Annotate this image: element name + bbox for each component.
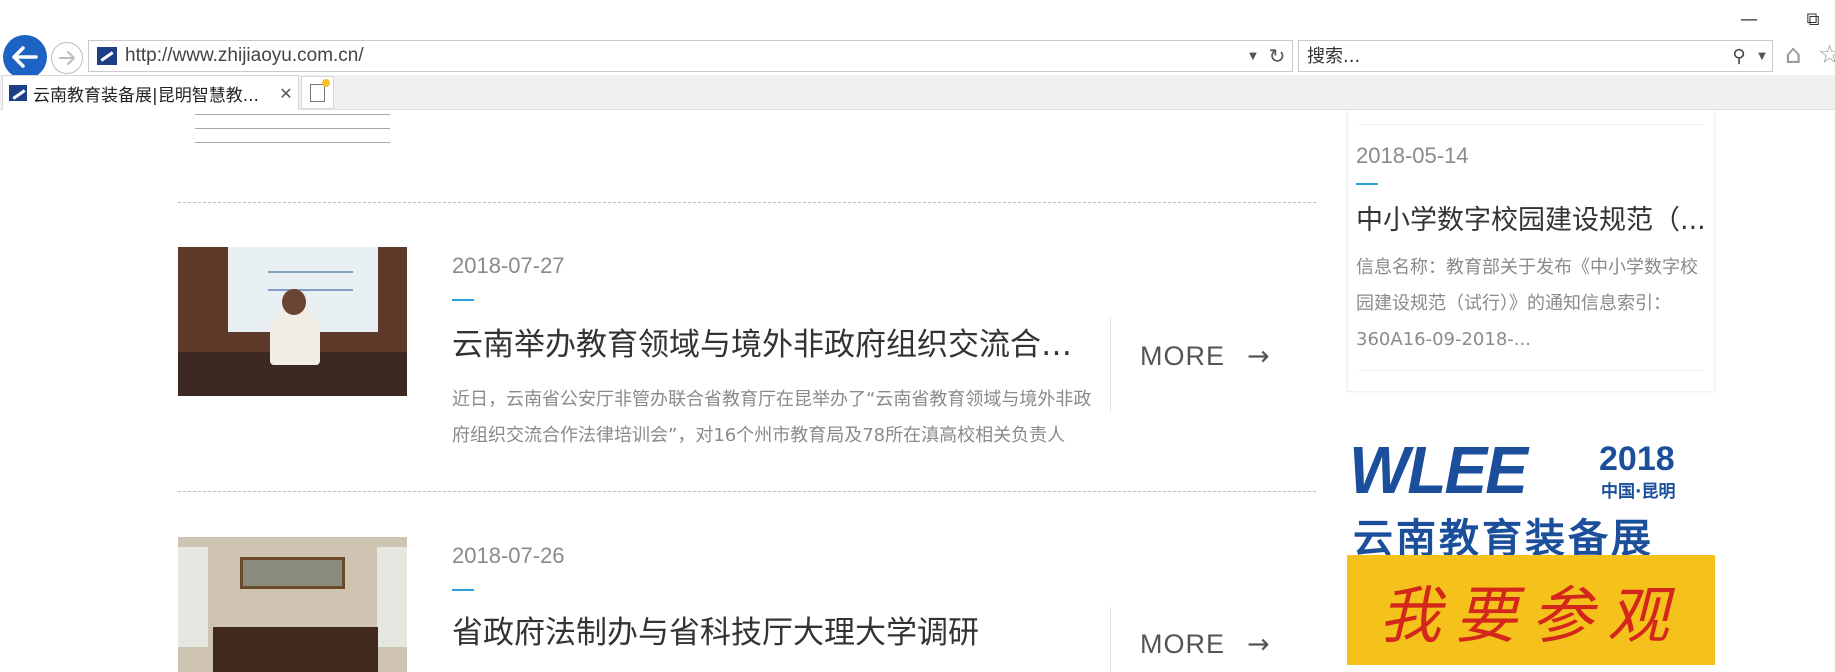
search-dropdown-icon[interactable]: ▼ bbox=[1752, 51, 1772, 62]
notice-summary: 信息名称：教育部关于发布《中小学数字校园建设规范（试行）》的通知信息索引：360… bbox=[1356, 257, 1698, 350]
news-divider bbox=[178, 202, 1316, 203]
news-item: 2018-07-26 省政府法制办与省科技厅大理大学调研 MORE → bbox=[178, 537, 1316, 672]
search-bar[interactable]: ⚲ ▼ bbox=[1298, 40, 1773, 72]
notice-title[interactable]: 中小学数字校园建设规范（... bbox=[1356, 198, 1708, 237]
thumb-screen-text bbox=[268, 271, 353, 291]
more-label: MORE bbox=[1140, 629, 1225, 659]
thumb-window bbox=[178, 547, 208, 647]
thumb-window bbox=[377, 547, 407, 647]
tab-strip: 云南教育装备展|昆明智慧教... ✕ bbox=[0, 75, 1835, 110]
more-label: MORE bbox=[1140, 341, 1225, 371]
expo-banner[interactable]: WLEE 2018 中国·昆明 云南教育装备展 我要参观 bbox=[1347, 430, 1715, 672]
back-button[interactable] bbox=[3, 35, 47, 79]
star-icon[interactable]: ☆ bbox=[1818, 40, 1835, 72]
news-title[interactable]: 省政府法制办与省科技厅大理大学调研 bbox=[452, 607, 1082, 652]
right-arrow-icon: → bbox=[1247, 629, 1271, 660]
news-item: 2018-07-27 云南举办教育领域与境外非政府组织交流合作... 近日，云南… bbox=[178, 247, 1316, 497]
close-icon[interactable]: ✕ bbox=[274, 84, 298, 103]
address-bar[interactable]: http://www.zhijiaoyu.com.cn/ ▼ ↻ bbox=[88, 40, 1293, 72]
visit-cta-button[interactable]: 我要参观 bbox=[1347, 555, 1715, 665]
magnifier-icon[interactable]: ⚲ bbox=[1726, 46, 1752, 67]
tab-title: 云南教育装备展|昆明智慧教... bbox=[33, 85, 259, 106]
right-arrow-icon: → bbox=[1247, 341, 1271, 372]
refresh-icon[interactable]: ↻ bbox=[1262, 44, 1292, 68]
home-icon[interactable]: ⌂ bbox=[1785, 40, 1813, 72]
forward-button[interactable] bbox=[51, 42, 83, 74]
more-link[interactable]: MORE → bbox=[1140, 629, 1271, 660]
site-favicon-icon bbox=[97, 47, 117, 65]
news-thumbnail-partial[interactable] bbox=[195, 110, 390, 154]
new-tab-icon bbox=[310, 78, 330, 102]
card-border-bottom bbox=[1358, 370, 1704, 371]
window-controls: — ⧉ bbox=[1737, 8, 1825, 32]
sidebar-notice-card[interactable]: 2018-05-14 中小学数字校园建设规范（... 信息名称：教育部关于发布《… bbox=[1347, 110, 1715, 392]
back-arrow-icon bbox=[12, 46, 38, 68]
news-date: 2018-07-27 bbox=[452, 253, 565, 278]
notice-date: 2018-05-14 bbox=[1356, 143, 1469, 168]
news-thumbnail[interactable] bbox=[178, 247, 407, 396]
news-thumbnail[interactable] bbox=[178, 537, 407, 672]
browser-chrome: — ⧉ http://www.zhijiaoyu.com.cn/ ▼ ↻ ⚲ ▼… bbox=[0, 0, 1835, 110]
new-tab-button[interactable] bbox=[301, 76, 334, 109]
page-viewport: 2018-07-27 云南举办教育领域与境外非政府组织交流合作... 近日，云南… bbox=[0, 110, 1835, 672]
news-divider bbox=[178, 491, 1316, 492]
tab-active[interactable]: 云南教育装备展|昆明智慧教... ✕ bbox=[2, 75, 299, 110]
news-accent-line bbox=[452, 589, 474, 591]
wlee-logo: WLEE bbox=[1349, 432, 1528, 508]
url-text[interactable]: http://www.zhijiaoyu.com.cn/ bbox=[125, 45, 1244, 67]
thumb-head bbox=[282, 289, 306, 315]
tab-favicon-icon bbox=[9, 85, 27, 101]
thumb-table bbox=[213, 627, 378, 672]
more-separator bbox=[1110, 607, 1111, 672]
minimize-icon[interactable]: — bbox=[1737, 8, 1761, 32]
news-title[interactable]: 云南举办教育领域与境外非政府组织交流合作... bbox=[452, 319, 1082, 364]
more-separator bbox=[1110, 317, 1111, 412]
thumb-wall-art bbox=[240, 557, 345, 589]
address-dropdown-icon[interactable]: ▼ bbox=[1244, 51, 1262, 62]
cta-label: 我要参观 bbox=[1378, 579, 1683, 652]
banner-header: WLEE 2018 中国·昆明 云南教育装备展 bbox=[1347, 430, 1715, 562]
banner-year: 2018 bbox=[1599, 440, 1675, 478]
search-input[interactable] bbox=[1307, 45, 1726, 67]
banner-city: 中国·昆明 bbox=[1601, 482, 1676, 502]
card-border-top bbox=[1358, 124, 1704, 125]
restore-icon[interactable]: ⧉ bbox=[1801, 8, 1825, 32]
news-summary: 近日，云南省公安厅非管办联合省教育厅在昆举办了“云南省教育领域与境外非政府组织交… bbox=[452, 389, 1092, 446]
forward-arrow-icon bbox=[59, 51, 75, 65]
news-date: 2018-07-26 bbox=[452, 543, 565, 568]
notice-accent-line bbox=[1356, 183, 1378, 185]
more-link[interactable]: MORE → bbox=[1140, 341, 1271, 372]
news-accent-line bbox=[452, 299, 474, 301]
